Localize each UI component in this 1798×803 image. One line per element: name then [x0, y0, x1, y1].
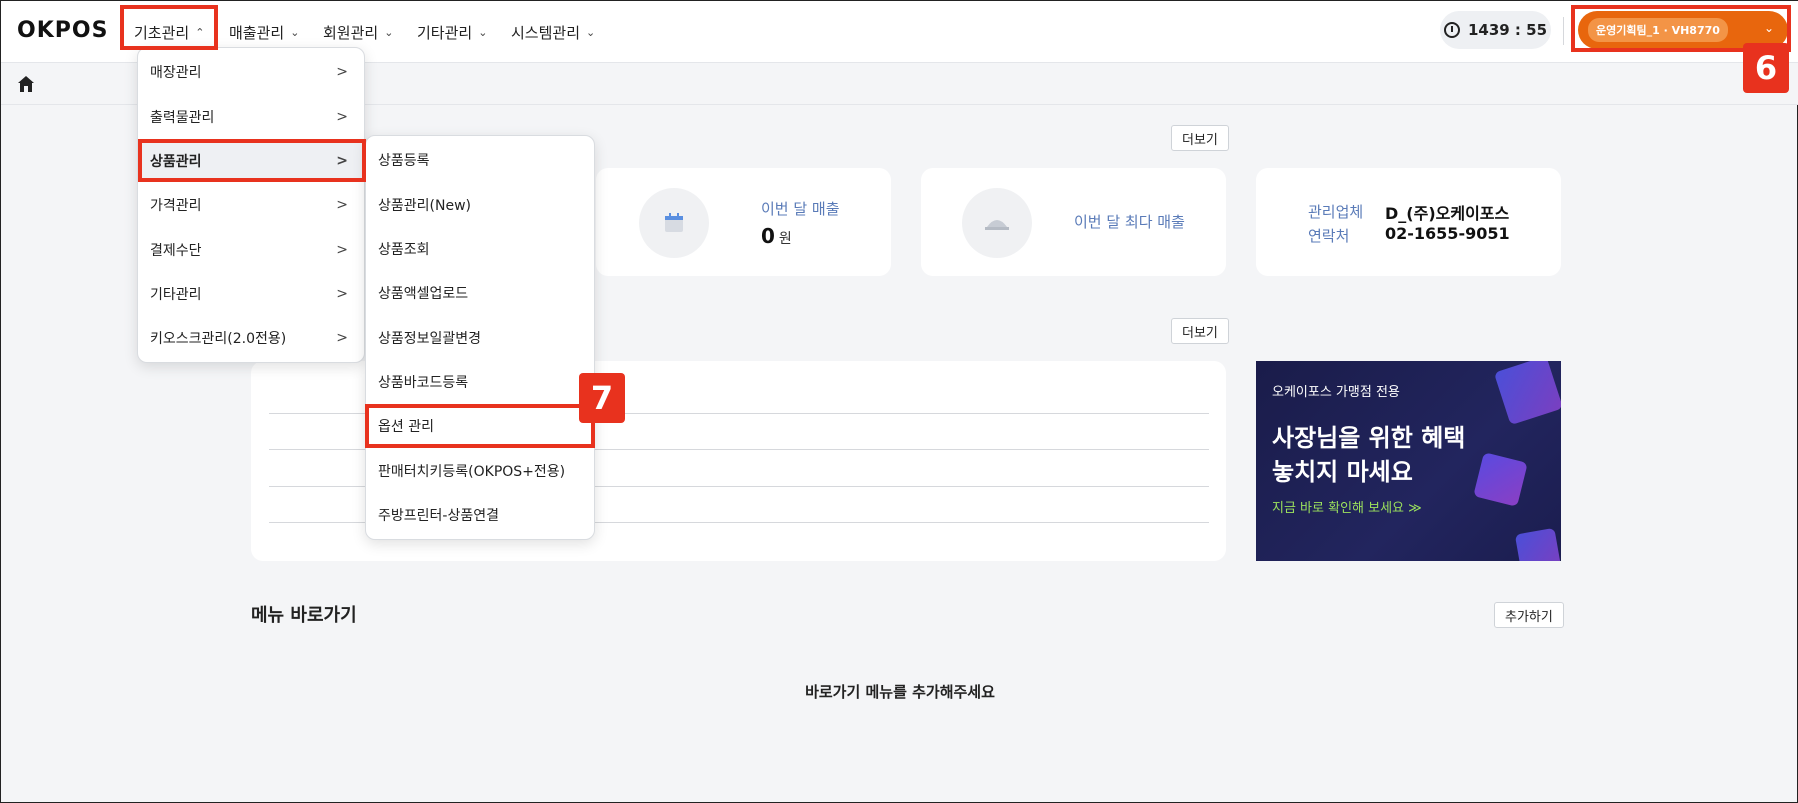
chevron-right-icon: >: [336, 109, 348, 125]
menu-item-other[interactable]: 기타관리 >: [138, 274, 364, 314]
timer-value: 1439 : 55: [1467, 21, 1548, 39]
more-button[interactable]: 더보기: [1171, 318, 1229, 344]
banner-cta-link[interactable]: 지금 바로 확인해 보세요 ≫: [1272, 497, 1422, 516]
menu-item-label: 상품액셀업로드: [378, 286, 469, 302]
nav-other-management[interactable]: 기타관리 ⌄: [417, 16, 487, 48]
more-button[interactable]: 더보기: [1171, 125, 1229, 151]
menu-item-label: 상품바코드등록: [378, 375, 469, 391]
chevron-up-icon: ⌃: [195, 25, 205, 39]
chevron-right-icon: >: [336, 197, 348, 213]
user-name: 운영기획팀_1 · VH8770: [1588, 18, 1728, 42]
month-sales-amount: 0: [761, 224, 775, 248]
add-shortcut-button[interactable]: 추가하기: [1494, 602, 1564, 628]
menu-item-store[interactable]: 매장관리 >: [138, 52, 364, 92]
divider: [1563, 17, 1564, 45]
banner-headline-line1: 사장님을 위한 혜택: [1272, 424, 1466, 452]
submenu-product-manage-new[interactable]: 상품관리(New): [366, 185, 594, 225]
submenu-product-register[interactable]: 상품등록: [366, 140, 594, 180]
menu-item-label: 주방프린터-상품연결: [378, 508, 499, 524]
month-sales-card: 이번 달 매출 0원: [596, 168, 891, 276]
nav-member-management[interactable]: 회원관리 ⌄: [323, 16, 393, 48]
calendar-glyph: [665, 213, 683, 232]
menu-item-payment[interactable]: 결제수단 >: [138, 230, 364, 270]
chevron-down-icon: ⌄: [384, 25, 394, 39]
cloche-glyph: [985, 220, 1009, 230]
nav-label: 회원관리: [323, 23, 379, 42]
gift-box-icon: [1473, 452, 1528, 507]
home-icon[interactable]: [17, 75, 35, 93]
chevron-right-icon: >: [336, 330, 348, 346]
chevron-right-icon: >: [336, 153, 348, 169]
nav-label: 기타관리: [417, 23, 473, 42]
currency-unit: 원: [778, 231, 792, 247]
month-sales-label: 이번 달 매출: [761, 200, 840, 218]
submenu-option-management[interactable]: 옵션 관리: [366, 406, 594, 446]
submenu-product-search[interactable]: 상품조회: [366, 229, 594, 269]
menu-item-label: 상품등록: [378, 153, 430, 169]
menu-item-label: 옵션 관리: [378, 419, 434, 435]
shortcuts-empty-message: 바로가기 메뉴를 추가해주세요: [805, 683, 995, 701]
chevron-down-icon: ⌄: [586, 25, 596, 39]
menu-item-price[interactable]: 가격관리 >: [138, 185, 364, 225]
chevron-down-icon: ⌄: [1763, 21, 1774, 35]
nav-label: 기초관리: [134, 23, 190, 42]
chevron-down-icon: ⌄: [478, 25, 488, 39]
month-sales-value: 0원: [761, 224, 792, 248]
menu-item-label: 출력물관리: [150, 110, 215, 126]
chevron-right-icon: >: [336, 286, 348, 302]
company-info-card: 관리업체 D_(주)오케이포스 연락처 02-1655-9051: [1256, 168, 1561, 276]
basic-management-menu: 매장관리 > 출력물관리 > 상품관리 > 가격관리 > 결제수단 > 기타관리 > 키오스…: [137, 47, 365, 363]
nav-basic-management[interactable]: 기초관리 ⌃: [134, 16, 204, 48]
banner-headline-line2: 놓치지 마세요: [1272, 458, 1413, 486]
contact-value: 02-1655-9051: [1385, 224, 1510, 243]
contact-key: 연락처: [1308, 227, 1350, 245]
menu-item-label: 가격관리: [150, 198, 202, 214]
nav-sales-management[interactable]: 매출관리 ⌄: [229, 16, 299, 48]
submenu-product-bulk-edit[interactable]: 상품정보일괄변경: [366, 318, 594, 358]
submenu-touch-key-register[interactable]: 판매터치키등록(OKPOS+전용): [366, 451, 594, 491]
menu-item-kiosk[interactable]: 키오스크관리(2.0전용) >: [138, 318, 364, 358]
menu-item-label: 매장관리: [150, 65, 202, 81]
nav-label: 시스템관리: [511, 23, 581, 42]
menu-item-label: 기타관리: [150, 287, 202, 303]
manager-key: 관리업체: [1308, 203, 1364, 221]
menu-item-label: 키오스크관리(2.0전용): [150, 331, 287, 347]
nav-label: 매출관리: [229, 23, 285, 42]
menu-item-label: 상품조회: [378, 242, 430, 258]
menu-item-label: 상품관리(New): [378, 198, 471, 214]
banner-subtitle: 오케이포스 가맹점 전용: [1272, 385, 1400, 400]
calendar-icon: [639, 188, 709, 258]
menu-item-label: 상품관리: [150, 154, 202, 170]
submenu-product-barcode[interactable]: 상품바코드등록: [366, 362, 594, 402]
shortcuts-title: 메뉴 바로가기: [251, 605, 357, 626]
gift-box-icon: [1493, 361, 1561, 426]
banner-headline: 사장님을 위한 혜택 놓치지 마세요: [1272, 421, 1465, 489]
manager-value: D_(주)오케이포스: [1385, 204, 1510, 223]
menu-item-label: 결제수단: [150, 243, 202, 259]
submenu-product-excel-upload[interactable]: 상품액셀업로드: [366, 273, 594, 313]
chevron-down-icon: ⌄: [290, 25, 300, 39]
cloche-icon: [962, 188, 1032, 258]
nav-system-management[interactable]: 시스템관리 ⌄: [511, 16, 595, 48]
promo-banner[interactable]: 오케이포스 가맹점 전용 사장님을 위한 혜택 놓치지 마세요 지금 바로 확인…: [1256, 361, 1561, 561]
session-timer[interactable]: 1439 : 55: [1440, 11, 1551, 49]
okpos-logo[interactable]: OKPOS: [17, 18, 108, 43]
step-badge-6: 6: [1743, 43, 1789, 93]
clock-icon: [1443, 22, 1460, 38]
chevron-right-icon: >: [336, 64, 348, 80]
product-management-submenu: 상품등록 상품관리(New) 상품조회 상품액셀업로드 상품정보일괄변경 상품바…: [365, 135, 595, 540]
menu-item-print[interactable]: 출력물관리 >: [138, 97, 364, 137]
menu-item-label: 상품정보일괄변경: [378, 331, 482, 347]
step-badge-7: 7: [579, 373, 625, 423]
month-max-sales-card: 이번 달 최다 매출: [921, 168, 1226, 276]
submenu-kitchen-printer-link[interactable]: 주방프린터-상품연결: [366, 495, 594, 535]
menu-item-product[interactable]: 상품관리 >: [138, 141, 364, 181]
chevron-right-icon: >: [336, 242, 348, 258]
month-max-sales-label: 이번 달 최다 매출: [1074, 213, 1185, 231]
menu-item-label: 판매터치키등록(OKPOS+전용): [378, 464, 566, 480]
gift-box-icon: [1514, 527, 1561, 561]
